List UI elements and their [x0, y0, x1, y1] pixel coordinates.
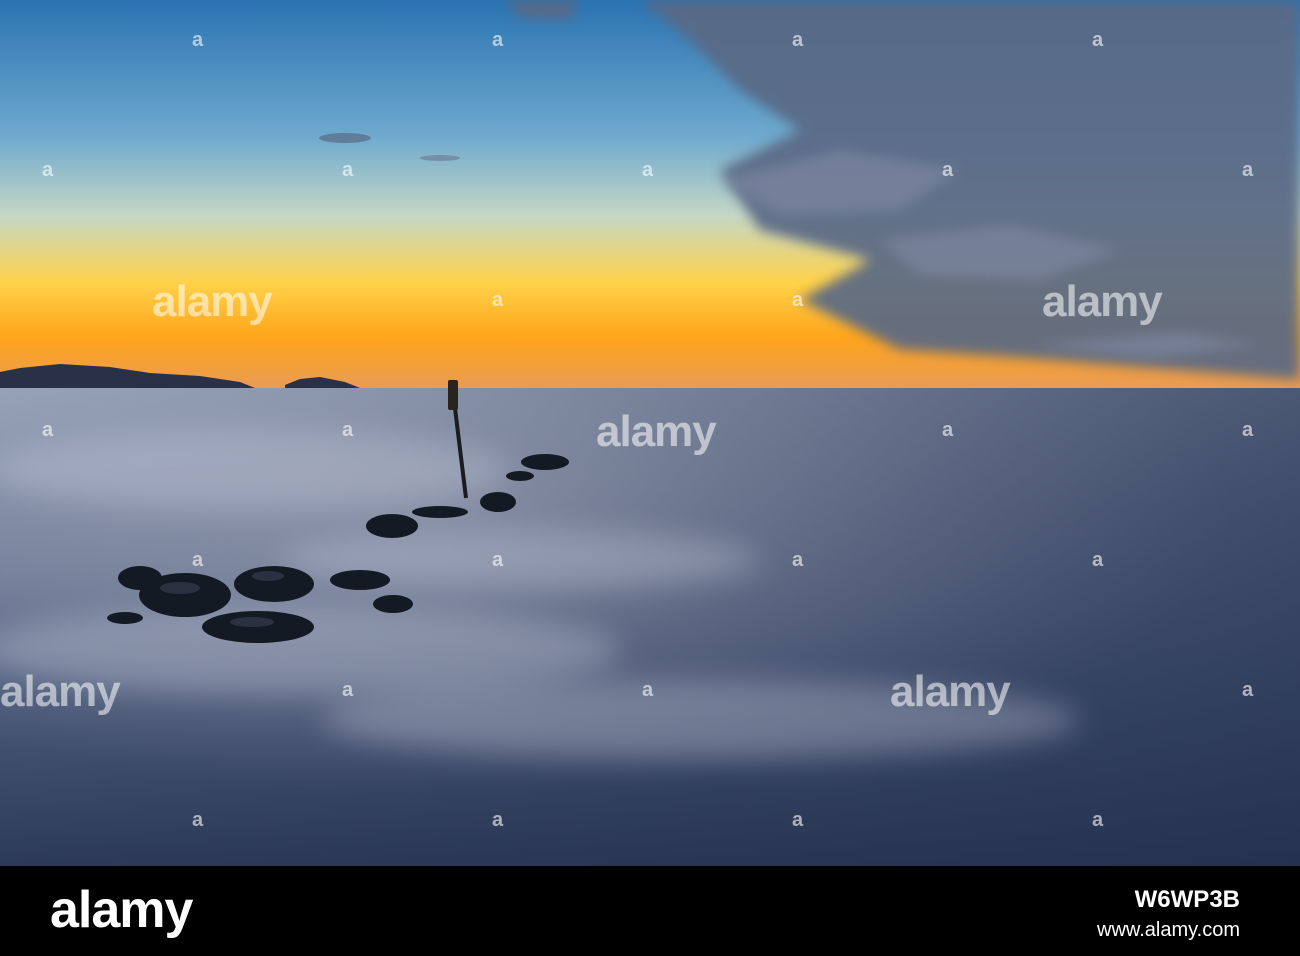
watermark-mark: a	[342, 679, 354, 701]
watermark-mark: a	[1242, 419, 1254, 441]
image-id: W6WP3B	[1134, 886, 1240, 913]
watermark-mark: a	[792, 809, 804, 831]
site-url: www.alamy.com	[1097, 919, 1240, 941]
watermark-mark: a	[192, 809, 204, 831]
photo: alamy alamy alamy alamy alamy a a a a a …	[0, 0, 1300, 866]
watermark-mark: a	[1242, 159, 1254, 181]
watermark-mark: a	[1092, 29, 1104, 51]
watermark-logo: alamy	[890, 667, 1011, 716]
watermark-mark: a	[492, 289, 504, 311]
watermark-logo: alamy	[152, 277, 273, 326]
watermark-logo: alamy	[596, 407, 717, 456]
footer-logo: alamy	[50, 881, 193, 939]
watermark-mark: a	[792, 289, 804, 311]
watermark-mark: a	[942, 419, 954, 441]
watermark-mark: a	[642, 159, 654, 181]
footer-bar: alamy W6WP3B www.alamy.com	[0, 866, 1300, 956]
watermark-mark: a	[42, 159, 54, 181]
watermark-logo: alamy	[0, 667, 121, 716]
watermark-mark: a	[942, 159, 954, 181]
watermark-logo: alamy	[1042, 277, 1163, 326]
watermark-mark: a	[1242, 679, 1254, 701]
watermark-mark: a	[492, 29, 504, 51]
watermark-mark: a	[792, 549, 804, 571]
watermark-mark: a	[642, 679, 654, 701]
watermark-mark: a	[1092, 809, 1104, 831]
watermark-mark: a	[492, 549, 504, 571]
watermark-mark: a	[342, 159, 354, 181]
watermark-mark: a	[192, 29, 204, 51]
watermark-mark: a	[42, 419, 54, 441]
watermark-mark: a	[492, 809, 504, 831]
watermark-mark: a	[1092, 549, 1104, 571]
watermark-mark: a	[792, 29, 804, 51]
watermark-mark: a	[192, 549, 204, 571]
watermark-mark: a	[342, 419, 354, 441]
